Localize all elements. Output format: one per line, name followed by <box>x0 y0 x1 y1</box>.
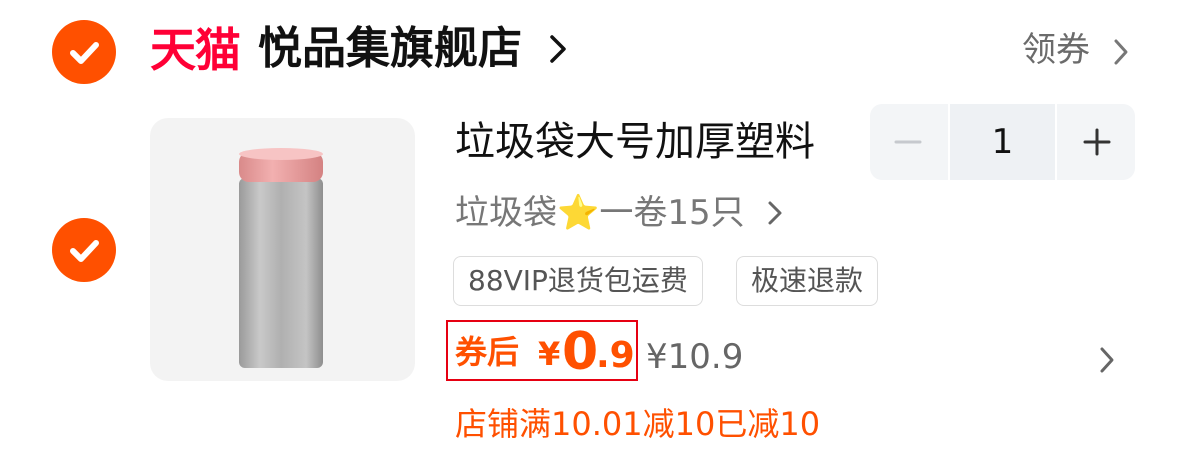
price-currency: ¥ <box>538 335 561 373</box>
sku-suffix: 一卷15只 <box>599 193 745 233</box>
quantity-stepper: 1 <box>870 104 1135 180</box>
item-select-checkbox[interactable] <box>52 218 116 282</box>
after-coupon-label: 券后 <box>455 333 520 371</box>
price-decimal: .9 <box>596 335 635 376</box>
tmall-logo: 天猫 <box>150 23 241 77</box>
chevron-right-icon[interactable] <box>1098 346 1116 374</box>
tag-88vip-return-shipping: 88VIP退货包运费 <box>453 256 703 306</box>
sku-selector[interactable]: 垃圾袋⭐一卷15只 <box>455 186 745 240</box>
check-icon <box>70 240 99 262</box>
star-icon: ⭐ <box>557 193 600 233</box>
chevron-right-icon[interactable] <box>766 200 784 226</box>
store-select-checkbox[interactable] <box>52 20 116 84</box>
check-icon <box>70 42 99 64</box>
product-image[interactable] <box>150 118 415 381</box>
minus-icon <box>894 140 922 144</box>
chevron-right-icon[interactable] <box>1112 38 1130 66</box>
tag-fast-refund: 极速退款 <box>736 256 879 306</box>
trash-bag-roll-image <box>239 148 323 368</box>
get-coupon-link[interactable]: 领券 <box>1022 24 1090 76</box>
sku-prefix: 垃圾袋 <box>455 193 557 233</box>
store-discount-text: 店铺满10.01减10已减10 <box>455 405 821 443</box>
plus-icon <box>1083 128 1111 156</box>
price-integer: 0 <box>562 322 599 382</box>
increase-quantity-button[interactable] <box>1059 104 1135 180</box>
product-title[interactable]: 垃圾袋大号加厚塑料 <box>455 112 815 172</box>
original-price: ¥10.9 <box>646 337 744 377</box>
chevron-right-icon[interactable] <box>548 34 568 64</box>
store-name-link[interactable]: 悦品集旗舰店 <box>258 20 522 78</box>
decrease-quantity-button[interactable] <box>870 104 946 180</box>
quantity-value[interactable]: 1 <box>950 104 1055 180</box>
